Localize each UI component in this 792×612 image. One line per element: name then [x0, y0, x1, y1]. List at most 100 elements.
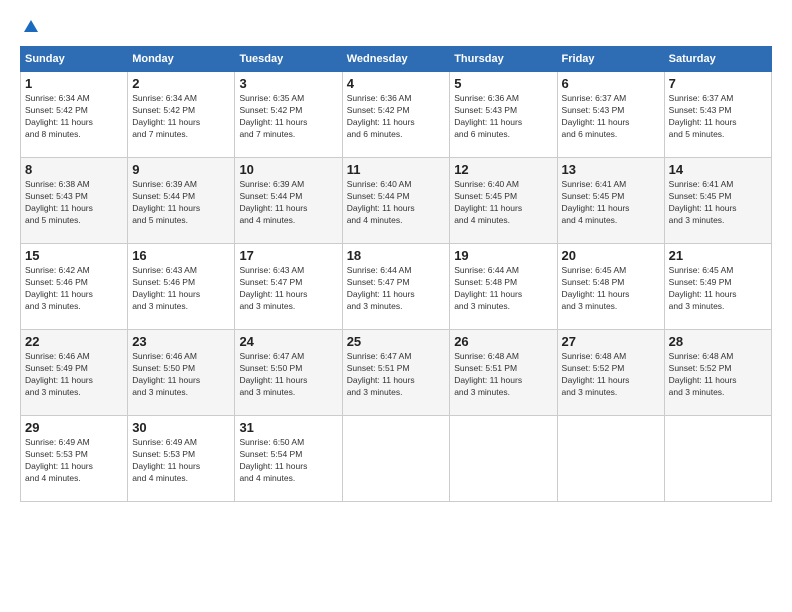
day-info: Sunrise: 6:40 AM Sunset: 5:44 PM Dayligh… [347, 179, 445, 227]
logo-icon [22, 18, 40, 36]
calendar-table: SundayMondayTuesdayWednesdayThursdayFrid… [20, 46, 772, 502]
day-number: 10 [239, 162, 337, 177]
day-number: 2 [132, 76, 230, 91]
calendar-cell [664, 416, 771, 502]
day-number: 29 [25, 420, 123, 435]
calendar-cell: 6Sunrise: 6:37 AM Sunset: 5:43 PM Daylig… [557, 72, 664, 158]
calendar-cell: 20 Sunrise: 6:45 AM Sunset: 5:48 PM Dayli… [557, 244, 664, 330]
day-info: Sunrise: 6:46 AM Sunset: 5:50 PM Dayligh… [132, 351, 230, 399]
day-info: Sunrise: 6:35 AM Sunset: 5:42 PM Dayligh… [239, 93, 337, 141]
calendar-header-row: SundayMondayTuesdayWednesdayThursdayFrid… [21, 47, 772, 72]
calendar-cell: 11 Sunrise: 6:40 AM Sunset: 5:44 PM Dayli… [342, 158, 449, 244]
day-info: Sunrise: 6:40 AM Sunset: 5:45 PM Dayligh… [454, 179, 552, 227]
calendar-cell: 26Sunrise: 6:48 AM Sunset: 5:51 PM Dayli… [450, 330, 557, 416]
calendar-cell: 25Sunrise: 6:47 AM Sunset: 5:51 PM Dayli… [342, 330, 449, 416]
day-number: 31 [239, 420, 337, 435]
day-number: 22 [25, 334, 123, 349]
calendar-cell: 10 Sunrise: 6:39 AM Sunset: 5:44 PM Dayli… [235, 158, 342, 244]
calendar-header-saturday: Saturday [664, 47, 771, 72]
day-number: 16 [132, 248, 230, 263]
day-number: 18 [347, 248, 445, 263]
calendar-header-friday: Friday [557, 47, 664, 72]
calendar-cell: 7Sunrise: 6:37 AM Sunset: 5:43 PM Daylig… [664, 72, 771, 158]
day-number: 24 [239, 334, 337, 349]
calendar-week-row: 15 Sunrise: 6:42 AM Sunset: 5:46 PM Dayli… [21, 244, 772, 330]
calendar-cell: 18 Sunrise: 6:44 AM Sunset: 5:47 PM Dayli… [342, 244, 449, 330]
calendar-cell: 24 Sunrise: 6:47 AM Sunset: 5:50 PM Dayli… [235, 330, 342, 416]
day-info: Sunrise: 6:39 AM Sunset: 5:44 PM Dayligh… [239, 179, 337, 227]
day-info: Sunrise: 6:48 AM Sunset: 5:52 PM Dayligh… [562, 351, 660, 399]
calendar-cell: 9 Sunrise: 6:39 AM Sunset: 5:44 PM Daylig… [128, 158, 235, 244]
calendar-cell: 17Sunrise: 6:43 AM Sunset: 5:47 PM Dayli… [235, 244, 342, 330]
calendar-cell: 12 Sunrise: 6:40 AM Sunset: 5:45 PM Dayli… [450, 158, 557, 244]
calendar-cell: 22 Sunrise: 6:46 AM Sunset: 5:49 PM Dayli… [21, 330, 128, 416]
day-number: 4 [347, 76, 445, 91]
page: SundayMondayTuesdayWednesdayThursdayFrid… [0, 0, 792, 612]
day-info: Sunrise: 6:49 AM Sunset: 5:53 PM Dayligh… [132, 437, 230, 485]
calendar-header-monday: Monday [128, 47, 235, 72]
header [20, 18, 772, 36]
calendar-cell: 3 Sunrise: 6:35 AM Sunset: 5:42 PM Daylig… [235, 72, 342, 158]
day-info: Sunrise: 6:49 AM Sunset: 5:53 PM Dayligh… [25, 437, 123, 485]
day-number: 15 [25, 248, 123, 263]
day-number: 9 [132, 162, 230, 177]
day-number: 11 [347, 162, 445, 177]
calendar-header-tuesday: Tuesday [235, 47, 342, 72]
calendar-cell: 29 Sunrise: 6:49 AM Sunset: 5:53 PM Dayli… [21, 416, 128, 502]
calendar-cell: 2 Sunrise: 6:34 AM Sunset: 5:42 PM Daylig… [128, 72, 235, 158]
day-number: 8 [25, 162, 123, 177]
day-info: Sunrise: 6:34 AM Sunset: 5:42 PM Dayligh… [132, 93, 230, 141]
calendar-cell: 16 Sunrise: 6:43 AM Sunset: 5:46 PM Dayli… [128, 244, 235, 330]
calendar-header-wednesday: Wednesday [342, 47, 449, 72]
calendar-cell [557, 416, 664, 502]
day-info: Sunrise: 6:34 AM Sunset: 5:42 PM Dayligh… [25, 93, 123, 141]
calendar-week-row: 1 Sunrise: 6:34 AM Sunset: 5:42 PM Daylig… [21, 72, 772, 158]
day-number: 12 [454, 162, 552, 177]
calendar-cell: 14Sunrise: 6:41 AM Sunset: 5:45 PM Dayli… [664, 158, 771, 244]
calendar-week-row: 8 Sunrise: 6:38 AM Sunset: 5:43 PM Daylig… [21, 158, 772, 244]
calendar-cell: 8 Sunrise: 6:38 AM Sunset: 5:43 PM Daylig… [21, 158, 128, 244]
calendar-cell: 30Sunrise: 6:49 AM Sunset: 5:53 PM Dayli… [128, 416, 235, 502]
calendar-cell: 28Sunrise: 6:48 AM Sunset: 5:52 PM Dayli… [664, 330, 771, 416]
day-info: Sunrise: 6:45 AM Sunset: 5:49 PM Dayligh… [669, 265, 767, 313]
day-number: 13 [562, 162, 660, 177]
calendar-week-row: 22 Sunrise: 6:46 AM Sunset: 5:49 PM Dayli… [21, 330, 772, 416]
calendar-header-thursday: Thursday [450, 47, 557, 72]
day-info: Sunrise: 6:44 AM Sunset: 5:48 PM Dayligh… [454, 265, 552, 313]
day-number: 20 [562, 248, 660, 263]
day-info: Sunrise: 6:37 AM Sunset: 5:43 PM Dayligh… [669, 93, 767, 141]
calendar-cell [450, 416, 557, 502]
day-number: 1 [25, 76, 123, 91]
day-info: Sunrise: 6:45 AM Sunset: 5:48 PM Dayligh… [562, 265, 660, 313]
day-info: Sunrise: 6:50 AM Sunset: 5:54 PM Dayligh… [239, 437, 337, 485]
calendar-cell [342, 416, 449, 502]
day-info: Sunrise: 6:46 AM Sunset: 5:49 PM Dayligh… [25, 351, 123, 399]
day-info: Sunrise: 6:43 AM Sunset: 5:46 PM Dayligh… [132, 265, 230, 313]
calendar-cell: 1 Sunrise: 6:34 AM Sunset: 5:42 PM Daylig… [21, 72, 128, 158]
day-info: Sunrise: 6:36 AM Sunset: 5:42 PM Dayligh… [347, 93, 445, 141]
calendar-cell: 31 Sunrise: 6:50 AM Sunset: 5:54 PM Dayli… [235, 416, 342, 502]
calendar-cell: 21Sunrise: 6:45 AM Sunset: 5:49 PM Dayli… [664, 244, 771, 330]
day-info: Sunrise: 6:38 AM Sunset: 5:43 PM Dayligh… [25, 179, 123, 227]
logo [20, 18, 40, 36]
calendar-cell: 27 Sunrise: 6:48 AM Sunset: 5:52 PM Dayli… [557, 330, 664, 416]
calendar-cell: 4 Sunrise: 6:36 AM Sunset: 5:42 PM Daylig… [342, 72, 449, 158]
day-number: 23 [132, 334, 230, 349]
day-info: Sunrise: 6:39 AM Sunset: 5:44 PM Dayligh… [132, 179, 230, 227]
calendar-header-sunday: Sunday [21, 47, 128, 72]
day-number: 26 [454, 334, 552, 349]
day-number: 14 [669, 162, 767, 177]
day-info: Sunrise: 6:47 AM Sunset: 5:50 PM Dayligh… [239, 351, 337, 399]
calendar-cell: 13Sunrise: 6:41 AM Sunset: 5:45 PM Dayli… [557, 158, 664, 244]
day-number: 27 [562, 334, 660, 349]
day-number: 19 [454, 248, 552, 263]
day-info: Sunrise: 6:48 AM Sunset: 5:52 PM Dayligh… [669, 351, 767, 399]
day-number: 5 [454, 76, 552, 91]
calendar-cell: 15 Sunrise: 6:42 AM Sunset: 5:46 PM Dayli… [21, 244, 128, 330]
day-number: 3 [239, 76, 337, 91]
day-info: Sunrise: 6:37 AM Sunset: 5:43 PM Dayligh… [562, 93, 660, 141]
day-info: Sunrise: 6:42 AM Sunset: 5:46 PM Dayligh… [25, 265, 123, 313]
day-info: Sunrise: 6:44 AM Sunset: 5:47 PM Dayligh… [347, 265, 445, 313]
day-info: Sunrise: 6:43 AM Sunset: 5:47 PM Dayligh… [239, 265, 337, 313]
day-number: 25 [347, 334, 445, 349]
